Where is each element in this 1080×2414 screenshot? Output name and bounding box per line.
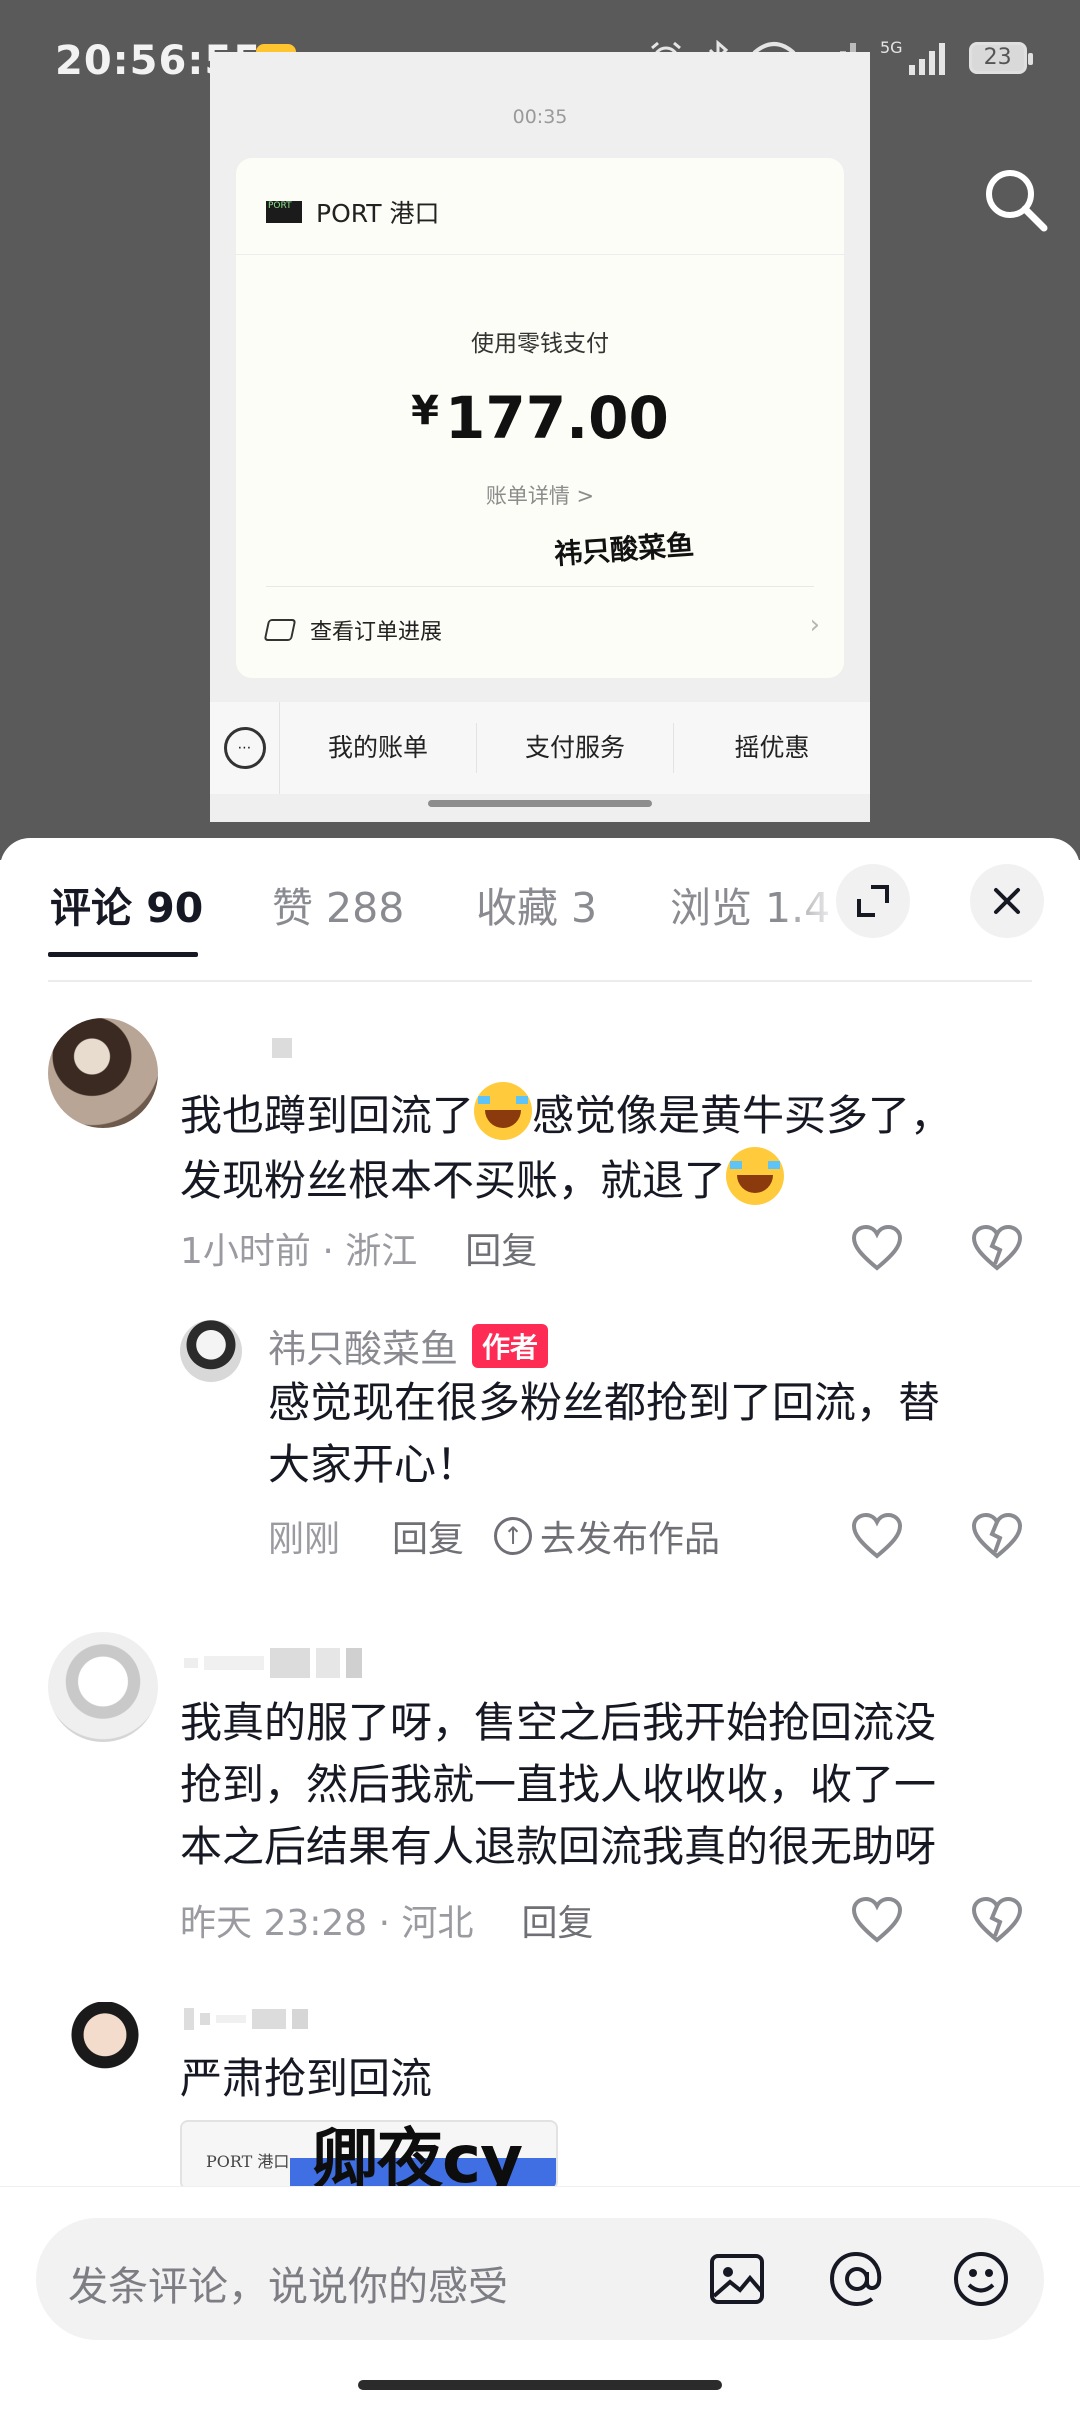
comment-text-line: 我真的服了呀，售空之后我开始抢回流没 — [180, 1698, 937, 1747]
author-avatar[interactable] — [180, 1320, 242, 1382]
currency-symbol: ¥ — [411, 388, 439, 434]
reply-text: 感觉现在很多粉丝都抢到了回流，替 大家开心！ — [268, 1372, 1048, 1496]
network-label: 5G — [880, 38, 903, 57]
merchant: PORT PORT 港口 — [266, 194, 440, 230]
comment-text: 严肃抢到回流 — [180, 2054, 433, 2103]
comment-text-part: 感觉像是黄牛买多了， — [532, 1091, 953, 1140]
tab-comments[interactable]: 评论 90 — [50, 874, 203, 934]
username-blurred[interactable] — [184, 1648, 362, 1678]
comment-text: 我也蹲到回流了 感觉像是黄牛买多了， 发现粉丝根本不买账，就退了 — [180, 1082, 1040, 1212]
reply-text-line: 大家开心！ — [268, 1440, 479, 1489]
username-blurred[interactable] — [184, 2008, 308, 2030]
like-heart-icon[interactable] — [850, 1512, 904, 1560]
comment-text-line: 本之后结果有人退款回流我真的很无助呀 — [180, 1822, 937, 1871]
dislike-broken-heart-icon[interactable] — [970, 1224, 1024, 1272]
home-indicator[interactable] — [358, 2380, 722, 2390]
tab-fade — [780, 858, 840, 948]
tab-favorites[interactable]: 收藏 3 — [476, 874, 597, 934]
signal-icon-2 — [908, 43, 945, 75]
expand-icon — [857, 885, 889, 917]
battery-icon: 23 — [968, 42, 1033, 74]
pay-amount: ¥177.00 — [236, 384, 844, 452]
divider — [236, 254, 844, 255]
comment-meta: 1小时前 · 浙江 回复 — [180, 1222, 537, 1274]
divider — [266, 586, 814, 587]
reply-time: 刚刚 — [268, 1519, 341, 1560]
avatar[interactable] — [48, 1632, 158, 1742]
reply-text-line: 感觉现在很多粉丝都抢到了回流，替 — [268, 1378, 941, 1427]
comment-input[interactable]: 发条评论，说说你的感受 — [36, 2218, 1044, 2340]
payment-screenshot: 00:35 PORT PORT 港口 使用零钱支付 ¥177.00 账单详情 >… — [210, 52, 870, 822]
image-icon[interactable] — [706, 2248, 768, 2310]
screenshot-tab: 支付服务 — [477, 723, 674, 773]
image-label: PORT 港口 — [206, 2152, 290, 2171]
close-button[interactable] — [970, 864, 1044, 938]
avatar[interactable] — [70, 2002, 140, 2084]
comment-text-part: 发现粉丝根本不买账，就退了 — [180, 1156, 727, 1205]
publish-work-button[interactable]: ↑ 去发布作品 — [494, 1510, 720, 1562]
comment-text: 我真的服了呀，售空之后我开始抢回流没 抢到，然后我就一直找人收收收，收了一 本之… — [180, 1692, 1060, 1878]
bill-detail-link: 账单详情 > — [485, 484, 595, 508]
author-badge: 作者 — [472, 1323, 549, 1368]
divider — [48, 980, 1032, 982]
comment-text-line: 抢到，然后我就一直找人收收收，收了一 — [180, 1760, 937, 1809]
publish-label: 去发布作品 — [540, 1519, 721, 1560]
comment-text-part: 我也蹲到回流了 — [180, 1091, 475, 1140]
merchant-logo: PORT — [266, 201, 302, 223]
avatar[interactable] — [48, 1018, 158, 1128]
close-icon — [994, 888, 1020, 914]
reply-meta: 刚刚 回复 ↑ 去发布作品 — [268, 1510, 720, 1562]
dislike-broken-heart-icon[interactable] — [970, 1512, 1024, 1560]
comment-sheet: 评论 90 赞 288 收藏 3 浏览 1.4 我也蹲到回流了 感觉像是黄牛买多了… — [0, 838, 1080, 2414]
merchant-name: PORT 港口 — [316, 199, 440, 228]
payment-card: PORT PORT 港口 使用零钱支付 ¥177.00 账单详情 > 祎只酸菜鱼… — [236, 158, 844, 678]
tab-likes[interactable]: 赞 288 — [272, 874, 404, 934]
expand-button[interactable] — [836, 864, 910, 938]
comment-meta: 昨天 23:28 · 河北 回复 — [180, 1894, 594, 1946]
search-icon[interactable] — [980, 164, 1050, 234]
chevron-right-icon: › — [809, 610, 820, 640]
reply-button[interactable]: 回复 — [522, 1894, 594, 1946]
mention-at-icon[interactable] — [826, 2248, 888, 2310]
amount-value: 177.00 — [445, 384, 669, 452]
author-name[interactable]: 祎只酸菜鱼 — [268, 1318, 458, 1373]
comment-input-placeholder: 发条评论，说说你的感受 — [68, 2264, 508, 2310]
screenshot-tab-bar: ⋯ 我的账单 支付服务 摇优惠 — [210, 702, 870, 794]
username-blurred[interactable] — [272, 1038, 292, 1058]
order-progress: 查看订单进展 — [263, 614, 443, 646]
ticket-icon — [263, 619, 297, 641]
comment-time-location: 昨天 23:28 · 河北 — [180, 1903, 474, 1944]
reply-button[interactable]: 回复 — [465, 1222, 537, 1274]
like-heart-icon[interactable] — [850, 1896, 904, 1944]
screenshot-tab: 摇优惠 — [734, 733, 810, 762]
crying-laughing-emoji-icon — [726, 1147, 785, 1205]
screenshot-home-indicator — [428, 800, 652, 807]
screenshot-tab: 我的账单 — [280, 723, 477, 773]
pay-method: 使用零钱支付 — [471, 331, 609, 357]
reply-button[interactable]: 回复 — [392, 1510, 464, 1562]
tab-underline — [48, 952, 198, 957]
screenshot-timer: 00:35 — [512, 106, 568, 128]
dislike-broken-heart-icon[interactable] — [970, 1896, 1024, 1944]
upload-arrow-icon: ↑ — [494, 1517, 533, 1555]
author-name-row: 祎只酸菜鱼 作者 — [268, 1318, 549, 1373]
comment-time-location: 1小时前 · 浙江 — [180, 1231, 418, 1272]
comment-tabs: 评论 90 赞 288 收藏 3 浏览 1.4 — [0, 838, 1080, 958]
watermark-text: 祎只酸菜鱼 — [553, 528, 696, 571]
crying-laughing-emoji-icon — [474, 1082, 533, 1140]
background-image-area: 20:56:55 5G 23 00:35 PORT PORT 港口 使用零钱支付… — [0, 0, 1080, 860]
emoji-smile-icon[interactable] — [950, 2248, 1012, 2310]
order-progress-label: 查看订单进展 — [310, 620, 443, 645]
keyboard-icon: ⋯ — [210, 702, 280, 794]
like-heart-icon[interactable] — [850, 1224, 904, 1272]
